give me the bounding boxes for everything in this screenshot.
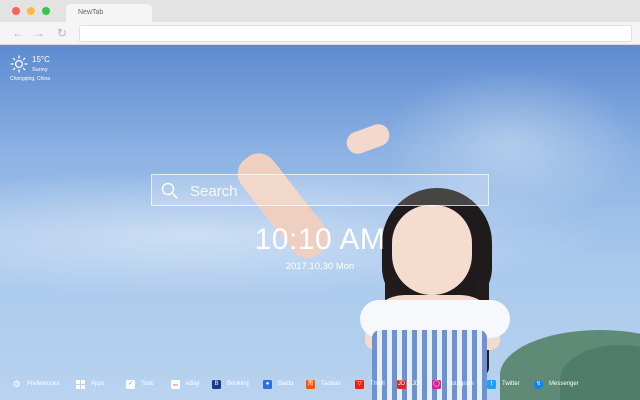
search-input[interactable] (188, 178, 482, 204)
booking-shortcut[interactable]: B Booking (212, 378, 249, 390)
maximize-window-button[interactable] (42, 7, 50, 15)
tmall-icon: ▽ (355, 379, 364, 389)
search-icon[interactable] (160, 181, 180, 201)
apps-button[interactable]: Apps (76, 378, 105, 390)
grid-icon (76, 379, 85, 389)
shortcut-label: Baidu (278, 381, 294, 387)
clock-time: 10:10 AM (254, 223, 386, 256)
browser-toolbar: ← → ↻ (0, 22, 640, 45)
shortcut-label: Preferences (27, 381, 60, 387)
tmall-shortcut[interactable]: ▽ Tmall (355, 378, 385, 390)
bottom-shortcut-bar: ⚙ Preferences Apps ✓ Todo eb eBay B Book… (0, 373, 640, 395)
shortcut-label: Tmall (370, 381, 385, 387)
todo-button[interactable]: ✓ Todo (126, 378, 154, 390)
shortcut-label: eBay (186, 381, 200, 387)
forward-arrow-icon[interactable]: → (33, 26, 45, 40)
ebay-shortcut[interactable]: eb eBay (171, 378, 200, 390)
baidu-icon: ● (263, 379, 272, 389)
messenger-icon: ↯ (534, 379, 543, 389)
weather-temperature: 15°C (32, 55, 50, 64)
messenger-shortcut[interactable]: ↯ Messenger (534, 378, 579, 390)
shortcut-label: Todo (141, 381, 155, 387)
instagram-icon: ◯ (432, 379, 441, 389)
shortcut-label: Messenger (549, 381, 579, 387)
reload-icon[interactable]: ↻ (57, 26, 67, 40)
shortcut-label: Instagram (447, 381, 474, 387)
shortcut-label: Taobao (321, 381, 341, 387)
jd-shortcut[interactable]: JD JD (397, 378, 419, 390)
weather-condition: Sunny (32, 67, 48, 73)
browser-tab[interactable]: NewTab (66, 4, 152, 22)
search-box (151, 174, 489, 206)
shortcut-label: Twitter (502, 381, 520, 387)
baidu-shortcut[interactable]: ● Baidu (263, 378, 293, 390)
booking-icon: B (212, 379, 221, 389)
taobao-shortcut[interactable]: 淘 Taobao (306, 378, 341, 390)
taobao-icon: 淘 (306, 379, 315, 389)
shortcut-label: Booking (227, 381, 249, 387)
preferences-button[interactable]: ⚙ Preferences (12, 378, 59, 390)
instagram-shortcut[interactable]: ◯ Instagram (432, 378, 474, 390)
gear-icon: ⚙ (12, 378, 21, 389)
close-window-button[interactable] (12, 7, 20, 15)
address-bar[interactable] (79, 25, 632, 42)
twitter-shortcut[interactable]: t Twitter (487, 378, 520, 390)
minimize-window-button[interactable] (27, 7, 35, 15)
ebay-icon: eb (171, 379, 180, 389)
shortcut-label: Apps (91, 381, 105, 387)
clock-date: 2017.10.30 Mon (285, 261, 355, 272)
shortcut-label: JD (412, 381, 420, 387)
tab-title: NewTab (78, 9, 104, 16)
back-arrow-icon[interactable]: ← (12, 26, 24, 40)
check-icon: ✓ (126, 379, 135, 389)
weather-location: Chongqing, China (10, 76, 51, 82)
browser-titlebar: NewTab (0, 0, 640, 22)
sun-icon (10, 55, 28, 73)
jd-icon: JD (397, 379, 406, 389)
new-tab-page: 15°C Sunny Chongqing, China 10:10 AM 201… (0, 45, 640, 400)
twitter-icon: t (487, 379, 496, 389)
